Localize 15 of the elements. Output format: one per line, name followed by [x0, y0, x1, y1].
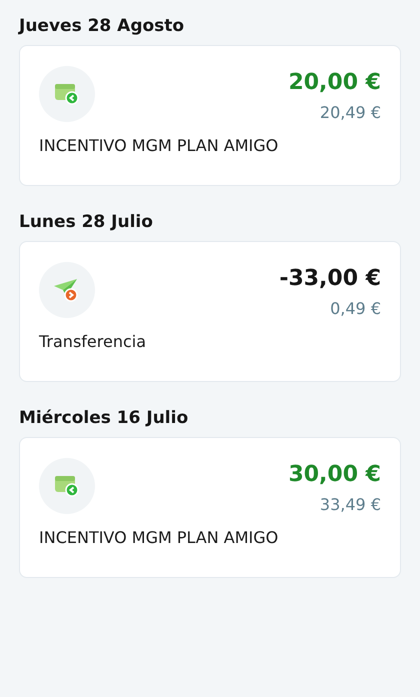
date-heading: Jueves 28 Agosto [19, 16, 186, 36]
movement-concept: Transferencia [39, 332, 148, 351]
balance: 33,49 € [318, 495, 381, 514]
balance: 0,49 € [329, 299, 381, 318]
movement-card[interactable]: 20,00 € 20,49 € INCENTIVO MGM PLAN AMIGO [19, 45, 401, 186]
movement-concept: INCENTIVO MGM PLAN AMIGO [39, 136, 280, 155]
amount: 20,00 € [288, 70, 381, 95]
movement-card[interactable]: 30,00 € 33,49 € INCENTIVO MGM PLAN AMIGO [19, 437, 401, 578]
movement-concept: INCENTIVO MGM PLAN AMIGO [39, 528, 280, 547]
amount: 30,00 € [288, 462, 381, 487]
movement-card[interactable]: -33,00 € 0,49 € Transferencia [19, 241, 401, 382]
date-heading: Lunes 28 Julio [19, 212, 154, 232]
date-heading: Miércoles 16 Julio [19, 408, 190, 428]
balance: 20,49 € [318, 103, 381, 122]
amount: -33,00 € [279, 266, 381, 291]
